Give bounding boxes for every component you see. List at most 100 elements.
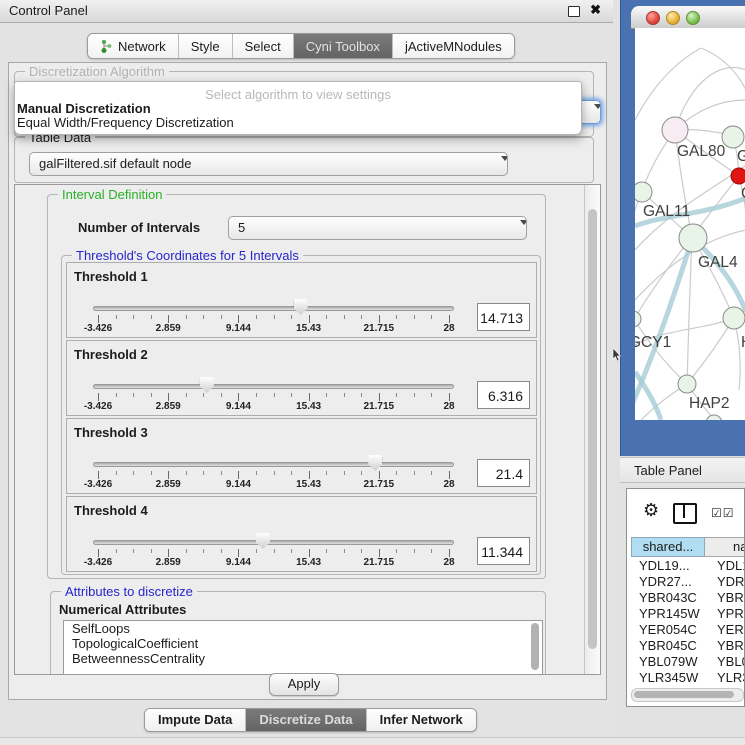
mac-zoom-icon[interactable]	[686, 11, 700, 25]
scrollbar-thumb[interactable]	[531, 623, 539, 670]
tick-mark	[326, 549, 327, 553]
cell-shared-name: YLR345W	[631, 670, 705, 686]
close-icon[interactable]: ✖	[590, 2, 601, 18]
network-node[interactable]	[706, 415, 722, 420]
tab-network[interactable]: Network	[88, 34, 179, 58]
tick-mark	[133, 471, 134, 475]
network-node-c[interactable]	[731, 168, 745, 184]
horizontal-scrollbar[interactable]	[631, 688, 744, 702]
table-row[interactable]: YPR145WYPR1	[631, 606, 744, 622]
node-label-gal4: GAL4	[698, 254, 738, 271]
network-node-h[interactable]	[723, 307, 745, 329]
threshold-panel-2: Threshold 2-3.4262.8599.14415.4321.71528…	[66, 340, 537, 416]
scrollbar-thumb[interactable]	[588, 209, 597, 649]
tick-mark	[449, 471, 450, 479]
control-panel-titlebar: Control Panel ✖	[0, 0, 613, 23]
algorithm-option-manual-discretization[interactable]: Manual Discretization	[17, 102, 577, 116]
tick-mark	[414, 471, 415, 475]
slider-thumb[interactable]	[200, 377, 214, 393]
tab-discretize-data[interactable]: Discretize Data	[246, 709, 366, 731]
attribute-item-selfloops[interactable]: SelfLoops	[64, 621, 542, 636]
slider-thumb[interactable]	[256, 533, 270, 549]
discretization-algorithm-label: Discretization Algorithm	[25, 64, 169, 79]
threshold-value-field[interactable]: 14.713	[477, 303, 530, 331]
vertical-scrollbar[interactable]	[584, 185, 600, 674]
gear-icon[interactable]: ⚙	[643, 501, 659, 519]
column-header-shared[interactable]: shared...	[631, 537, 705, 557]
attribute-item-topologicalcoefficient[interactable]: TopologicalCoefficient	[64, 636, 542, 651]
table-row[interactable]: YBR043CYBR0	[631, 590, 744, 606]
tick-label: 28	[427, 323, 471, 334]
network-window-titlebar	[631, 6, 745, 29]
algorithm-option-equal-width-frequency-discretization[interactable]: Equal Width/Frequency Discretization	[17, 116, 577, 130]
tab-select[interactable]: Select	[233, 34, 294, 58]
table-data-combo[interactable]: galFiltered.sif default node	[29, 152, 508, 176]
tick-mark	[291, 315, 292, 319]
slider-track[interactable]	[93, 462, 454, 467]
table-row[interactable]: YDL19...YDL1	[631, 558, 744, 574]
attributes-scrollbar[interactable]	[530, 622, 541, 672]
attribute-items: SelfLoopsTopologicalCoefficientBetweenne…	[64, 621, 542, 666]
table-header-row: shared... na	[631, 537, 744, 557]
columns-icon[interactable]	[673, 503, 697, 524]
scrollbar-thumb[interactable]	[634, 691, 734, 698]
tick-label: 15.43	[287, 479, 331, 490]
column-header-name[interactable]: na	[705, 537, 744, 557]
number-of-intervals-combo[interactable]: 5	[228, 216, 527, 240]
cell-shared-name: YBR045C	[631, 638, 705, 654]
network-node-hap2[interactable]	[678, 375, 696, 393]
threshold-value-field[interactable]: 6.316	[477, 381, 530, 409]
tick-label: 28	[427, 401, 471, 412]
tick-mark	[361, 549, 362, 553]
tick-mark	[186, 549, 187, 553]
tick-mark	[361, 393, 362, 397]
network-node-gal80[interactable]	[662, 117, 688, 143]
apply-button[interactable]: Apply	[269, 673, 339, 696]
control-panel: Control Panel ✖ NetworkStyleSelectCyni T…	[0, 0, 613, 745]
tick-mark	[98, 471, 99, 479]
tick-label: 9.144	[216, 479, 260, 490]
table-panel-title: Table Panel	[634, 463, 702, 478]
float-window-icon[interactable]	[568, 6, 580, 17]
slider-track[interactable]	[93, 306, 454, 311]
slider-track[interactable]	[93, 384, 454, 389]
tick-mark	[168, 393, 169, 401]
threshold-value-field[interactable]: 11.344	[477, 537, 530, 565]
tick-label: 15.43	[287, 323, 331, 334]
slider-thumb[interactable]	[294, 299, 308, 315]
cell-name: YBR0	[705, 590, 744, 606]
mac-minimize-icon[interactable]	[666, 11, 680, 25]
network-node-gcy1[interactable]	[635, 311, 641, 327]
tab-cyni-toolbox[interactable]: Cyni Toolbox	[294, 34, 393, 58]
attribute-item-betweennesscentrality[interactable]: BetweennessCentrality	[64, 651, 542, 666]
mac-close-icon[interactable]	[646, 11, 660, 25]
table-row[interactable]: YDR27...YDR2	[631, 574, 744, 590]
threshold-value-field[interactable]: 21.4	[477, 459, 530, 487]
table-row[interactable]: YBL079WYBL0	[631, 654, 744, 670]
slider-track[interactable]	[93, 540, 454, 545]
table-row[interactable]: YER054CYER0	[631, 622, 744, 638]
network-node-gal4[interactable]	[679, 224, 707, 252]
mouse-cursor	[612, 348, 621, 362]
slider-thumb[interactable]	[368, 455, 382, 471]
tab-infer-network[interactable]: Infer Network	[367, 709, 476, 731]
network-node-gal11[interactable]	[635, 182, 652, 202]
tab-jactivemnodules[interactable]: jActiveMNodules	[393, 34, 514, 58]
tick-label: 21.715	[357, 479, 401, 490]
network-view-window: GAL80GACGAL11GAL4GCY1HHAP2	[620, 0, 745, 456]
tick-mark	[291, 393, 292, 397]
tick-mark	[221, 393, 222, 397]
tick-mark	[344, 549, 345, 553]
checkbox-icons[interactable]: ☑☑	[711, 506, 735, 520]
tick-mark	[98, 393, 99, 401]
network-node-ga[interactable]	[722, 126, 744, 148]
tab-style[interactable]: Style	[179, 34, 233, 58]
table-row[interactable]: YLR345WYLR3	[631, 670, 744, 686]
combo-arrows-icon	[512, 222, 520, 240]
network-canvas[interactable]: GAL80GACGAL11GAL4GCY1HHAP2	[635, 28, 745, 420]
table-row[interactable]: YBR045CYBR0	[631, 638, 744, 654]
tick-label: 21.715	[357, 323, 401, 334]
numerical-attributes-list[interactable]: SelfLoopsTopologicalCoefficientBetweenne…	[63, 620, 543, 675]
tab-impute-data[interactable]: Impute Data	[145, 709, 246, 731]
tick-mark	[396, 393, 397, 397]
